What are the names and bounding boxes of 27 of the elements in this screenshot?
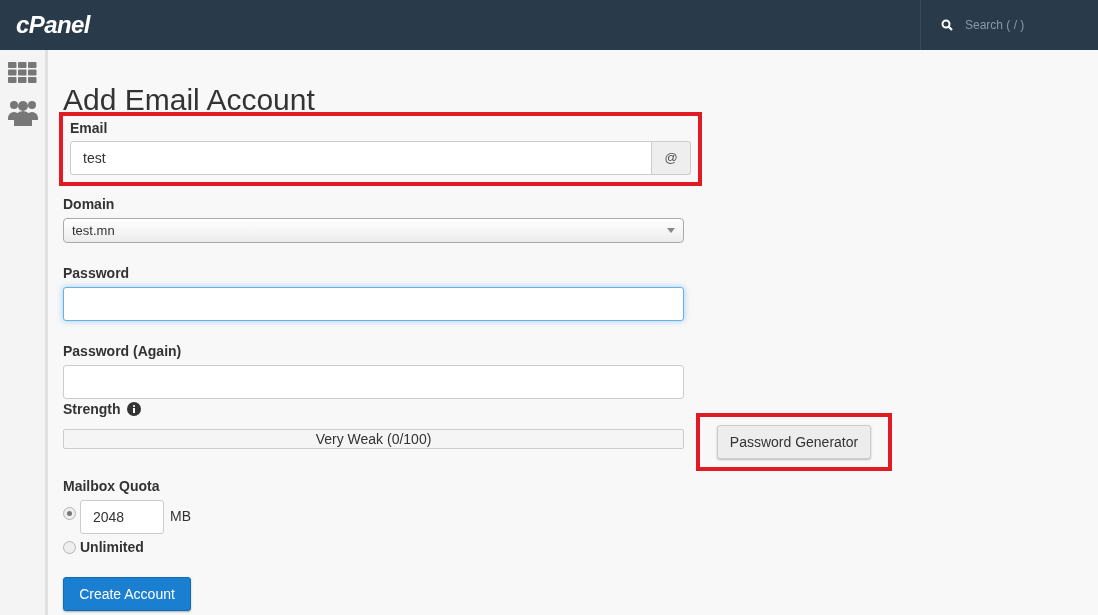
email-field[interactable]: test (70, 141, 652, 175)
field-label: Email (70, 119, 109, 138)
radio-button[interactable] (63, 507, 76, 520)
strength-reading: Very Weak (0/100) (315, 429, 432, 449)
page-title: Add Email Account (63, 82, 316, 118)
create-account-button[interactable]: Create Account (63, 577, 191, 611)
at-addon: @ (652, 141, 691, 175)
field-label: Password (Again) (63, 342, 183, 361)
quota-field[interactable]: 2048 (80, 500, 164, 534)
password-field[interactable] (63, 365, 684, 399)
search-icon (941, 19, 953, 31)
domain-select[interactable]: test.mn (63, 218, 684, 243)
option-label: Unlimited (80, 538, 144, 557)
unit-label: MB (170, 507, 191, 526)
password-generator-button[interactable]: Password Generator (716, 425, 872, 459)
caret-icon (667, 228, 675, 233)
logo[interactable]: cPanel (16, 7, 90, 43)
grid-icon[interactable] (8, 62, 37, 84)
password-field[interactable] (63, 287, 684, 321)
info-icon[interactable] (126, 402, 141, 416)
users-icon[interactable] (7, 98, 38, 126)
field-label: Strength (63, 400, 121, 419)
radio-button[interactable] (63, 541, 76, 554)
field-label: Password (63, 264, 131, 283)
field-label: Domain (63, 195, 116, 214)
search-field[interactable]: Search ( / ) (965, 16, 1075, 34)
field-label: Mailbox Quota (63, 477, 161, 496)
